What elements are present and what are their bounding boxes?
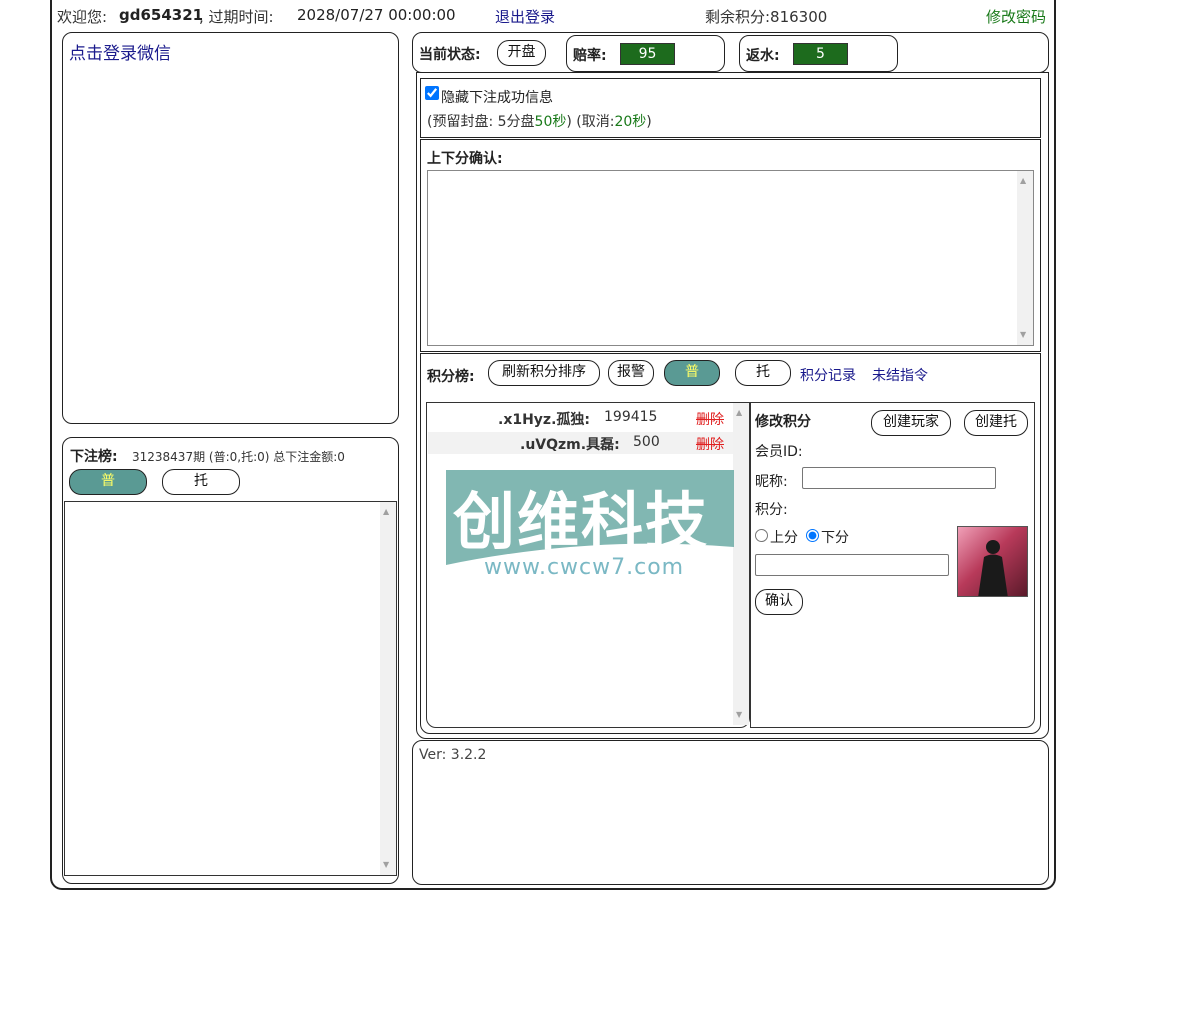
- player-score: 199415: [604, 409, 658, 425]
- options-box: 隐藏下注成功信息 (预留封盘: 5分盘50秒) (取消:20秒): [420, 78, 1041, 138]
- delete-link[interactable]: 删除: [696, 409, 724, 429]
- up-points-radio[interactable]: [755, 529, 768, 542]
- create-player-button[interactable]: 创建玩家: [871, 410, 951, 436]
- hide-success-checkbox[interactable]: [425, 86, 439, 100]
- person-silhouette-icon: [978, 540, 1008, 596]
- avatar: [957, 526, 1028, 597]
- watermark-title: 创维科技: [453, 485, 710, 558]
- player-score: 500: [633, 434, 660, 450]
- down-points-label: 下分: [821, 530, 849, 546]
- scroll-up-icon[interactable]: ▲: [1020, 176, 1026, 186]
- leaderboard-label: 积分榜:: [427, 369, 475, 385]
- pending-commands-link[interactable]: 未结指令: [872, 365, 928, 385]
- confirm-points-button[interactable]: 确认: [755, 589, 803, 615]
- odds-box: 赔率: 95: [566, 35, 725, 72]
- bets-list[interactable]: ▲ ▼: [64, 501, 397, 876]
- scroll-down-icon[interactable]: ▼: [1020, 330, 1026, 340]
- open-state-button[interactable]: 开盘: [497, 40, 546, 66]
- player-name: .uVQzm.具磊:: [520, 437, 620, 453]
- scroll-up-icon[interactable]: ▲: [383, 507, 389, 517]
- edit-points-panel: 修改积分 创建玩家 创建托 会员ID: 昵称: 积分: 上分 下分 确认: [750, 402, 1035, 728]
- player-name: .x1Hyz.孤独:: [498, 412, 590, 428]
- status-bar: 当前状态: 开盘: [412, 32, 1049, 73]
- hide-success-label: 隐藏下注成功信息: [441, 90, 553, 106]
- create-shill-button[interactable]: 创建托: [964, 410, 1028, 436]
- bets-normal-button[interactable]: 普: [69, 469, 147, 495]
- bets-panel: 下注榜: 31238437期 (普:0,托:0) 总下注金额:0 普 托 ▲ ▼: [62, 437, 399, 884]
- refresh-ranking-button[interactable]: 刷新积分排序: [488, 360, 600, 386]
- up-points-label: 上分: [770, 530, 798, 546]
- odds-label: 赔率:: [573, 48, 607, 64]
- alarm-button[interactable]: 报警: [608, 360, 654, 386]
- nickname-label: 昵称:: [755, 474, 788, 490]
- leaderboard-shill-button[interactable]: 托: [735, 360, 791, 386]
- bets-shill-button[interactable]: 托: [162, 469, 240, 495]
- scroll-down-icon[interactable]: ▼: [383, 860, 389, 870]
- wechat-panel: 点击登录微信: [62, 32, 399, 424]
- points-records-link[interactable]: 积分记录: [800, 365, 856, 385]
- reserve-info: (预留封盘: 5分盘50秒) (取消:20秒): [427, 114, 652, 130]
- bets-info: 31238437期 (普:0,托:0) 总下注金额:0: [132, 450, 345, 464]
- table-row[interactable]: .uVQzm.具磊: 500 删除: [428, 432, 733, 454]
- scroll-up-icon[interactable]: ▲: [736, 408, 742, 418]
- odds-value[interactable]: 95: [620, 43, 675, 65]
- points-amount-input[interactable]: [755, 554, 949, 576]
- version-text: Ver: 3.2.2: [419, 747, 487, 763]
- rebate-box: 返水: 5: [739, 35, 898, 72]
- watermark-url: www.cwcw7.com: [484, 555, 685, 580]
- confirm-scrollbar[interactable]: ▲ ▼: [1017, 171, 1033, 345]
- wechat-login-link[interactable]: 点击登录微信: [69, 39, 171, 64]
- bets-label: 下注榜:: [70, 449, 118, 465]
- confirm-box: 上下分确认: ▲ ▼: [420, 139, 1041, 352]
- bets-scrollbar[interactable]: ▲ ▼: [380, 502, 396, 875]
- scroll-down-icon[interactable]: ▼: [736, 710, 742, 720]
- delete-link[interactable]: 删除: [696, 434, 724, 454]
- edit-points-title: 修改积分: [755, 414, 811, 430]
- leaderboard-normal-button[interactable]: 普: [664, 360, 720, 386]
- watermark: 创维科技 www.cwcw7.com: [441, 465, 739, 585]
- table-row[interactable]: .x1Hyz.孤独: 199415 删除: [428, 407, 733, 429]
- rebate-label: 返水:: [746, 48, 780, 64]
- confirm-label: 上下分确认:: [427, 151, 503, 167]
- version-panel: Ver: 3.2.2: [412, 740, 1049, 885]
- confirm-textarea[interactable]: ▲ ▼: [427, 170, 1034, 346]
- nickname-input[interactable]: [802, 467, 996, 489]
- status-label: 当前状态:: [419, 47, 481, 63]
- rebate-value[interactable]: 5: [793, 43, 848, 65]
- down-points-radio[interactable]: [806, 529, 819, 542]
- member-id-label: 会员ID:: [755, 444, 803, 460]
- points-label: 积分:: [755, 502, 788, 518]
